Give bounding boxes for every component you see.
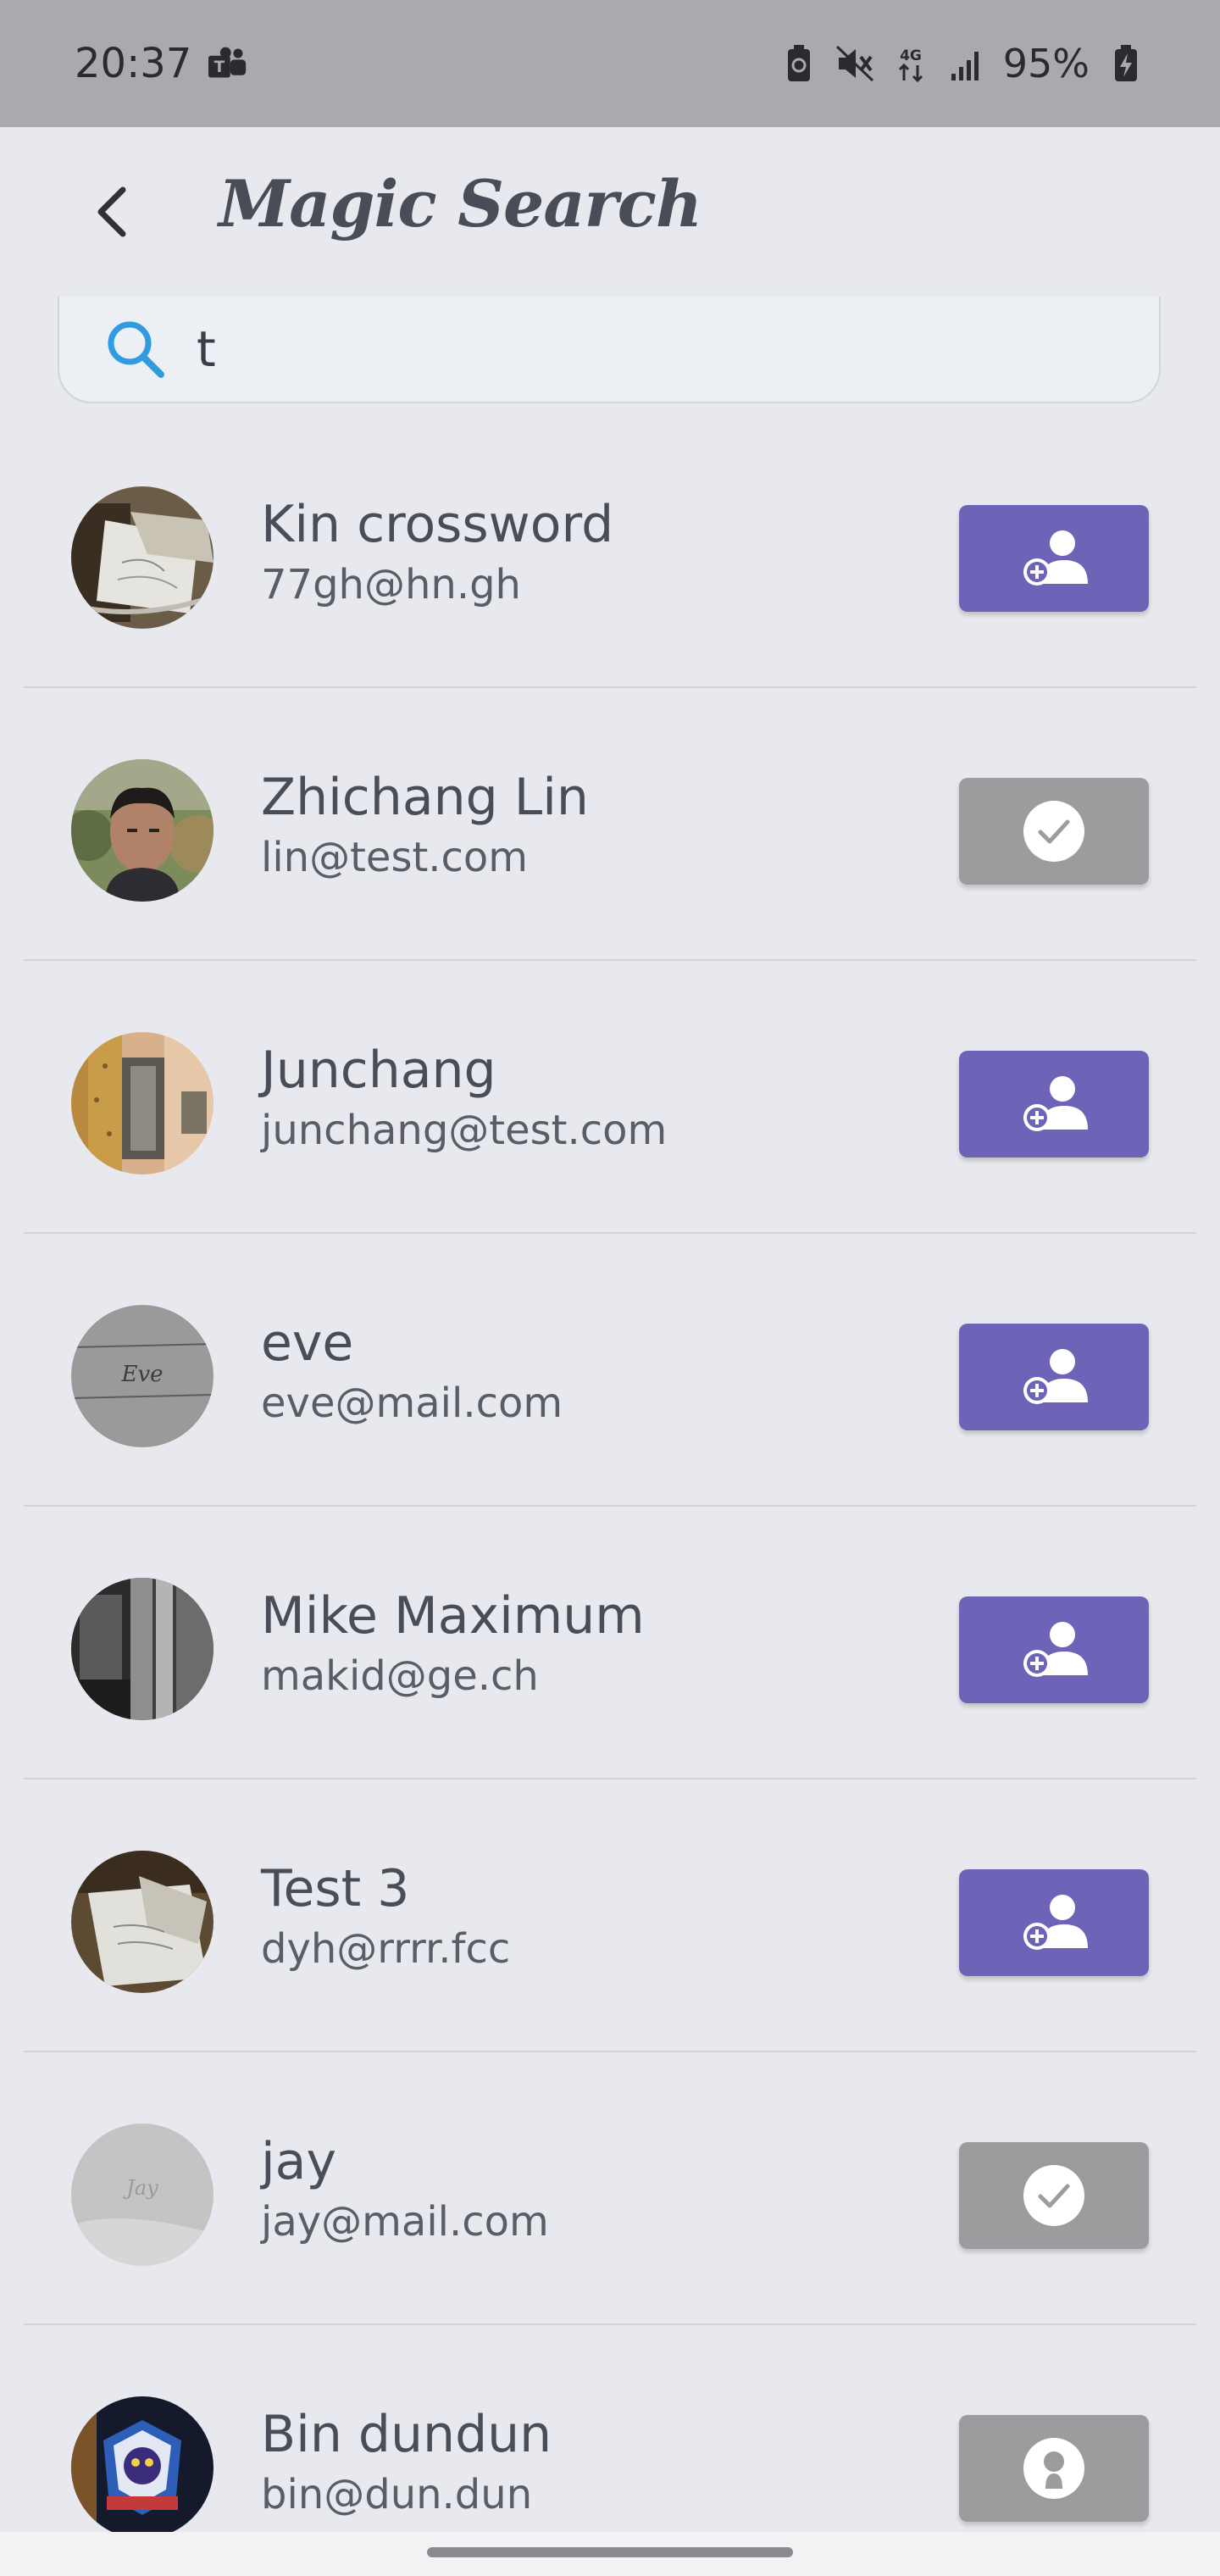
- battery-percentage: 95%: [1002, 41, 1090, 86]
- add-friend-button[interactable]: [959, 505, 1149, 612]
- user-name: Test 3: [261, 1859, 410, 1918]
- avatar[interactable]: [71, 2396, 214, 2532]
- user-email: lin@test.com: [261, 834, 529, 881]
- person-add-icon: [1023, 530, 1088, 586]
- user-name: Bin dundun: [261, 2405, 552, 2464]
- user-row[interactable]: Test 3 dyh@rrrr.fcc: [0, 1779, 1220, 2052]
- add-friend-button[interactable]: [959, 1324, 1149, 1430]
- user-email: jay@mail.com: [261, 2198, 549, 2246]
- status-bar: 20:37 T 4G 95%: [0, 0, 1220, 127]
- user-row[interactable]: Junchang junchang@test.com: [0, 961, 1220, 1234]
- user-row[interactable]: Bin dundun bin@dun.dun: [0, 2325, 1220, 2532]
- user-email: junchang@test.com: [261, 1107, 668, 1154]
- friend-added-button[interactable]: [959, 778, 1149, 885]
- status-right: 4G 95%: [779, 41, 1145, 86]
- person-add-icon: [1023, 1349, 1088, 1404]
- home-indicator[interactable]: [427, 2547, 793, 2557]
- avatar[interactable]: Eve: [71, 1305, 214, 1447]
- battery-saver-icon: [779, 44, 818, 83]
- user-email: 77gh@hn.gh: [261, 561, 521, 608]
- app-header: Magic Search: [0, 127, 1220, 297]
- self-profile-button[interactable]: [959, 2415, 1149, 2522]
- user-row[interactable]: Jay jay jay@mail.com: [0, 2052, 1220, 2325]
- user-list: Kin crossword 77gh@hn.gh Zhichang Lin li…: [0, 415, 1220, 2532]
- user-row[interactable]: Zhichang Lin lin@test.com: [0, 688, 1220, 961]
- search-bar[interactable]: [58, 297, 1161, 403]
- chevron-left-icon: [97, 186, 126, 237]
- friend-added-button[interactable]: [959, 2142, 1149, 2249]
- user-name: Zhichang Lin: [261, 768, 589, 827]
- add-friend-button[interactable]: [959, 1596, 1149, 1703]
- system-nav-bar: [0, 2532, 1220, 2576]
- user-email: dyh@rrrr.fcc: [261, 1925, 511, 1973]
- add-friend-button[interactable]: [959, 1869, 1149, 1976]
- search-input[interactable]: [197, 320, 1044, 378]
- avatar[interactable]: [71, 1032, 214, 1174]
- user-email: eve@mail.com: [261, 1380, 563, 1427]
- svg-text:4G: 4G: [900, 47, 922, 64]
- svg-text:Jay: Jay: [122, 2176, 158, 2200]
- person-add-icon: [1023, 1622, 1088, 1677]
- user-email: bin@dun.dun: [261, 2471, 533, 2518]
- user-row[interactable]: Kin crossword 77gh@hn.gh: [0, 415, 1220, 688]
- avatar[interactable]: [71, 759, 214, 902]
- user-row[interactable]: Eve eve eve@mail.com: [0, 1234, 1220, 1507]
- person-add-icon: [1023, 1895, 1088, 1950]
- signal-icon: [947, 44, 986, 83]
- user-name: Mike Maximum: [261, 1586, 645, 1646]
- user-name: eve: [261, 1313, 354, 1373]
- user-email: makid@ge.ch: [261, 1652, 539, 1700]
- back-button[interactable]: [78, 178, 146, 246]
- avatar[interactable]: [71, 1578, 214, 1720]
- avatar[interactable]: [71, 1851, 214, 1993]
- user-name: Kin crossword: [261, 495, 614, 554]
- avatar[interactable]: Jay: [71, 2124, 214, 2266]
- person-add-icon: [1023, 1076, 1088, 1131]
- check-icon: [1023, 801, 1084, 862]
- check-icon: [1023, 2165, 1084, 2226]
- mute-icon: [835, 44, 874, 83]
- svg-text:T: T: [214, 58, 225, 76]
- user-name: jay: [261, 2132, 336, 2191]
- 4g-icon: 4G: [891, 44, 930, 83]
- svg-text:Eve: Eve: [120, 1362, 163, 1387]
- avatar[interactable]: [71, 486, 214, 629]
- battery-charging-icon: [1106, 44, 1145, 83]
- status-time: 20:37: [75, 40, 192, 87]
- user-row[interactable]: Mike Maximum makid@ge.ch: [0, 1507, 1220, 1779]
- status-left: 20:37 T: [75, 40, 247, 87]
- person-icon: [1023, 2438, 1084, 2499]
- user-name: Junchang: [261, 1041, 496, 1100]
- teams-icon: T: [208, 44, 247, 83]
- add-friend-button[interactable]: [959, 1051, 1149, 1158]
- page-title: Magic Search: [219, 166, 702, 242]
- search-icon: [102, 315, 169, 383]
